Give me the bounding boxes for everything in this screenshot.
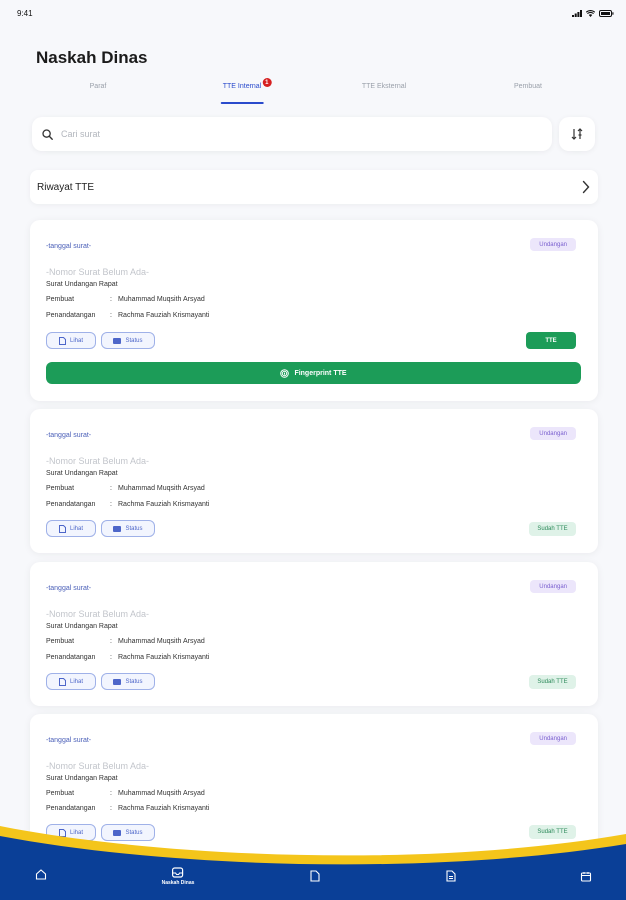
tab-bar: Paraf TTE Internal 1 TTE Eksternal Pembu… [0, 78, 626, 107]
document-icon [446, 870, 456, 882]
wifi-icon [586, 9, 595, 17]
sudah-tte-badge: Sudah TTE [529, 675, 576, 689]
letter-card: -tanggal surat- Undangan -Nomor Surat Be… [30, 220, 598, 401]
pembuat-value: Muhammad Muqsith Arsyad [118, 485, 205, 492]
letter-number: -Nomor Surat Belum Ada- [46, 456, 150, 466]
file-icon [58, 524, 66, 533]
pembuat-label: Pembuat [46, 638, 75, 645]
pembuat-label: Pembuat [46, 296, 75, 303]
page-title: Naskah Dinas [36, 48, 148, 67]
penandatangan-label: Penandatangan [46, 654, 96, 661]
riwayat-tte-row[interactable]: Riwayat TTE [30, 170, 598, 204]
penandatangan-label: Penandatangan [46, 312, 96, 319]
file-icon [58, 336, 66, 345]
letter-card: -tanggal surat- Undangan -Nomor Surat Be… [30, 409, 598, 553]
status-time: 9:41 [17, 8, 33, 18]
pembuat-label: Pembuat [46, 485, 75, 492]
letter-number: -Nomor Surat Belum Ada- [46, 761, 150, 771]
search-bar [32, 117, 552, 151]
letter-type-tag: Undangan [530, 732, 576, 745]
penandatangan-row: Penandatangan: Rachma Fauziah Krismayanti [46, 654, 210, 661]
bottom-nav-background [0, 826, 626, 900]
letter-card: -tanggal surat- Undangan -Nomor Surat Be… [30, 562, 598, 706]
status-button[interactable]: Status [101, 673, 155, 690]
nav-calendar[interactable] [580, 871, 592, 882]
sudah-tte-badge: Sudah TTE [529, 522, 576, 536]
pembuat-row: Pembuat: Muhammad Muqsith Arsyad [46, 790, 205, 797]
pembuat-value: Muhammad Muqsith Arsyad [118, 790, 205, 797]
envelope-icon [113, 337, 122, 344]
penandatangan-row: Penandatangan: Rachma Fauziah Krismayanti [46, 312, 210, 319]
tab-paraf[interactable]: Paraf [90, 83, 107, 90]
card-actions: Lihat Status [46, 673, 155, 690]
home-icon [35, 869, 47, 880]
pembuat-row: Pembuat: Muhammad Muqsith Arsyad [46, 638, 205, 645]
penandatangan-label: Penandatangan [46, 805, 96, 812]
letter-number: -Nomor Surat Belum Ada- [46, 609, 150, 619]
inbox-icon [172, 867, 184, 878]
nav-home[interactable] [35, 869, 47, 880]
nav-naskah-dinas[interactable]: Naskah Dinas [161, 867, 195, 886]
card-actions: Lihat Status [46, 332, 155, 349]
file-icon [58, 677, 66, 686]
pembuat-value: Muhammad Muqsith Arsyad [118, 296, 205, 303]
fingerprint-icon [280, 368, 290, 378]
letter-date: -tanggal surat- [46, 243, 92, 250]
letter-date: -tanggal surat- [46, 432, 92, 439]
pembuat-label: Pembuat [46, 790, 75, 797]
search-input[interactable] [61, 129, 552, 139]
card-actions: Lihat Status [46, 520, 155, 537]
letter-subject: Surat Undangan Rapat [46, 281, 118, 288]
letter-type-tag: Undangan [530, 580, 576, 593]
nav-label: Naskah Dinas [161, 880, 195, 886]
lihat-button[interactable]: Lihat [46, 332, 96, 349]
penandatangan-row: Penandatangan: Rachma Fauziah Krismayanti [46, 501, 210, 508]
tab-label: TTE Internal [222, 83, 262, 90]
pembuat-row: Pembuat: Muhammad Muqsith Arsyad [46, 485, 205, 492]
fingerprint-tte-button[interactable]: Fingerprint TTE [46, 362, 581, 384]
lihat-button[interactable]: Lihat [46, 673, 96, 690]
chevron-right-icon [582, 180, 590, 194]
penandatangan-value: Rachma Fauziah Krismayanti [118, 805, 210, 812]
notification-badge: 1 [262, 78, 272, 87]
status-button[interactable]: Status [101, 332, 155, 349]
battery-icon [599, 9, 614, 17]
penandatangan-label: Penandatangan [46, 501, 96, 508]
status-button[interactable]: Status [101, 520, 155, 537]
letter-number: -Nomor Surat Belum Ada- [46, 267, 150, 277]
search-icon [42, 128, 53, 140]
status-icons [572, 9, 614, 17]
signal-icon [572, 9, 582, 17]
penandatangan-value: Rachma Fauziah Krismayanti [118, 654, 210, 661]
tab-pembuat[interactable]: Pembuat [514, 83, 542, 90]
envelope-icon [113, 525, 122, 532]
letter-date: -tanggal surat- [46, 737, 92, 744]
letter-subject: Surat Undangan Rapat [46, 623, 118, 630]
pembuat-value: Muhammad Muqsith Arsyad [118, 638, 205, 645]
riwayat-tte-label: Riwayat TTE [37, 181, 95, 193]
filter-button[interactable] [559, 117, 595, 151]
letter-date: -tanggal surat- [46, 585, 92, 592]
file-icon [310, 870, 320, 882]
status-bar: 9:41 [0, 0, 626, 26]
nav-file[interactable] [310, 870, 320, 882]
bottom-navigation: Naskah Dinas [0, 820, 626, 900]
calendar-icon [580, 872, 592, 882]
tte-button[interactable]: TTE [526, 332, 576, 349]
nav-document[interactable] [446, 870, 456, 882]
letter-subject: Surat Undangan Rapat [46, 775, 118, 782]
letter-type-tag: Undangan [530, 427, 576, 440]
penandatangan-row: Penandatangan: Rachma Fauziah Krismayanti [46, 805, 210, 812]
tab-tte-internal[interactable]: TTE Internal 1 [220, 78, 272, 104]
penandatangan-value: Rachma Fauziah Krismayanti [118, 501, 210, 508]
pembuat-row: Pembuat: Muhammad Muqsith Arsyad [46, 296, 205, 303]
tab-tte-eksternal[interactable]: TTE Eksternal [362, 83, 406, 90]
filter-sort-icon [571, 128, 582, 140]
penandatangan-value: Rachma Fauziah Krismayanti [118, 312, 210, 319]
lihat-button[interactable]: Lihat [46, 520, 96, 537]
letter-subject: Surat Undangan Rapat [46, 470, 118, 477]
letter-type-tag: Undangan [530, 238, 576, 251]
envelope-icon [113, 678, 122, 685]
